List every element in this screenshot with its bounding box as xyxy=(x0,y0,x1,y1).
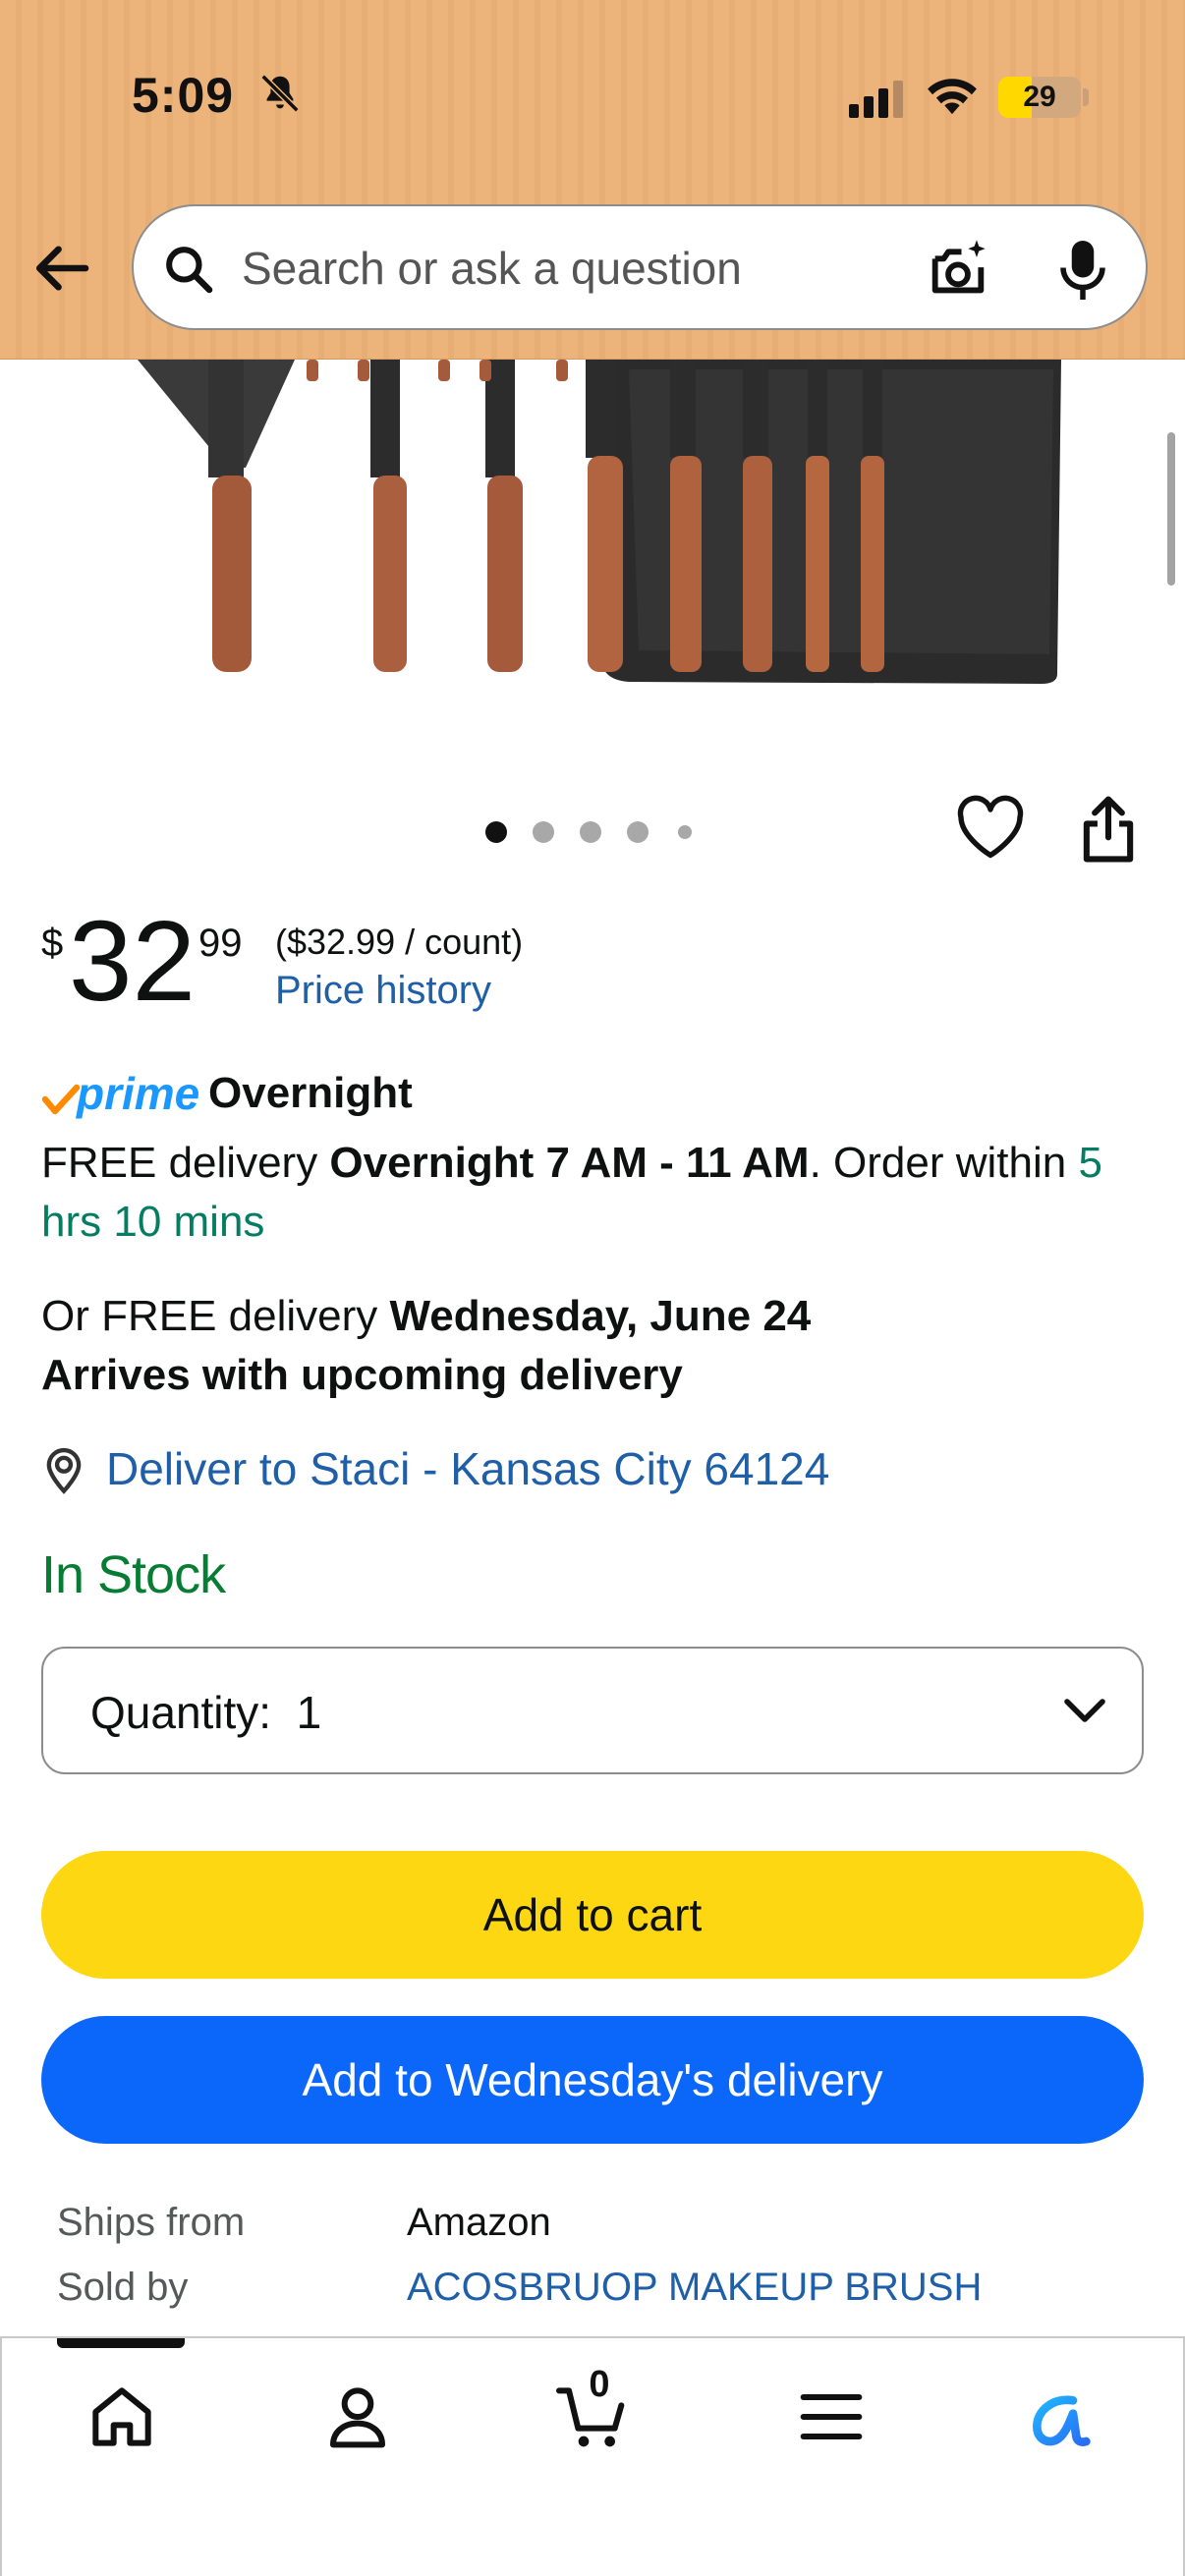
quantity-label: Quantity: 1 xyxy=(90,1686,321,1739)
prime-label: prime xyxy=(77,1068,200,1119)
prime-speed: Overnight xyxy=(208,1069,413,1117)
quantity-value: 1 xyxy=(296,1687,322,1738)
carousel-dot[interactable] xyxy=(485,821,507,843)
heart-icon[interactable] xyxy=(955,794,1026,861)
image-carousel-dots[interactable] xyxy=(485,815,702,845)
wifi-icon xyxy=(928,79,977,115)
status-time: 5:09 xyxy=(132,68,235,123)
alt-delivery-note: Arrives with upcoming delivery xyxy=(41,1351,683,1399)
battery-indicator: 29 xyxy=(998,77,1081,118)
unit-price: ($32.99 / count) xyxy=(275,922,524,962)
search-input[interactable] xyxy=(242,236,890,301)
carousel-dot[interactable] xyxy=(627,821,649,843)
rufus-assistant-icon[interactable] xyxy=(1024,2378,1102,2456)
carousel-dot[interactable] xyxy=(533,821,554,843)
ships-from-value: Amazon xyxy=(407,2201,551,2244)
share-icon[interactable] xyxy=(1077,794,1140,865)
price-fraction: 99 xyxy=(198,922,243,965)
alt-delivery-date: Wednesday, June 24 xyxy=(389,1292,812,1340)
delivery-prefix: FREE delivery xyxy=(41,1139,330,1187)
silent-bell-icon xyxy=(260,74,300,113)
prime-check-icon xyxy=(41,1084,81,1115)
carousel-dot[interactable] xyxy=(678,825,692,839)
scrollbar[interactable] xyxy=(1167,432,1175,586)
back-arrow-icon[interactable] xyxy=(31,236,96,301)
stock-status: In Stock xyxy=(41,1545,226,1604)
price-currency: $ xyxy=(41,922,64,965)
menu-icon[interactable] xyxy=(792,2378,871,2456)
sold-by-label: Sold by xyxy=(57,2266,189,2309)
microphone-icon[interactable] xyxy=(1053,236,1112,305)
account-icon[interactable] xyxy=(318,2378,397,2456)
active-tab-indicator xyxy=(57,2338,185,2348)
battery-nub xyxy=(1083,88,1089,106)
cart-count: 0 xyxy=(589,2364,610,2405)
price-whole: 32 xyxy=(69,897,197,1025)
battery-percent: 29 xyxy=(1023,81,1056,113)
header: 5:09 29 xyxy=(0,0,1185,360)
bottom-nav: 0 xyxy=(0,2336,1185,2576)
ships-from-label: Ships from xyxy=(57,2201,246,2244)
search-bar[interactable] xyxy=(132,204,1148,330)
home-icon[interactable] xyxy=(83,2378,161,2456)
quantity-label-text: Quantity: xyxy=(90,1687,272,1738)
search-icon xyxy=(166,247,213,294)
add-to-delivery-button[interactable]: Add to Wednesday's delivery xyxy=(41,2016,1144,2144)
cellular-signal-icon xyxy=(849,81,903,118)
delivery-message: FREE delivery Overnight 7 AM - 11 AM. Or… xyxy=(41,1134,1102,1252)
deliver-to-link[interactable]: Deliver to Staci - Kansas City 64124 xyxy=(106,1442,829,1495)
alt-delivery-prefix: Or FREE delivery xyxy=(41,1292,390,1340)
quantity-select[interactable]: Quantity: 1 xyxy=(41,1647,1144,1774)
price-history-link[interactable]: Price history xyxy=(275,969,491,1013)
location-pin-icon[interactable] xyxy=(41,1444,86,1495)
delivery-order-within: . Order within xyxy=(809,1139,1079,1187)
prime-badge: prime Overnight xyxy=(41,1067,631,1122)
carousel-dot[interactable] xyxy=(580,821,601,843)
add-to-cart-button[interactable]: Add to cart xyxy=(41,1851,1144,1979)
product-image[interactable] xyxy=(0,360,1185,729)
delivery-window: Overnight 7 AM - 11 AM xyxy=(329,1139,810,1187)
chevron-down-icon xyxy=(1064,1699,1105,1722)
alt-delivery-message: Or FREE delivery Wednesday, June 24 Arri… xyxy=(41,1287,1122,1405)
sold-by-link[interactable]: ACOSBRUOP MAKEUP BRUSH xyxy=(407,2266,982,2310)
camera-search-icon[interactable] xyxy=(924,236,992,305)
